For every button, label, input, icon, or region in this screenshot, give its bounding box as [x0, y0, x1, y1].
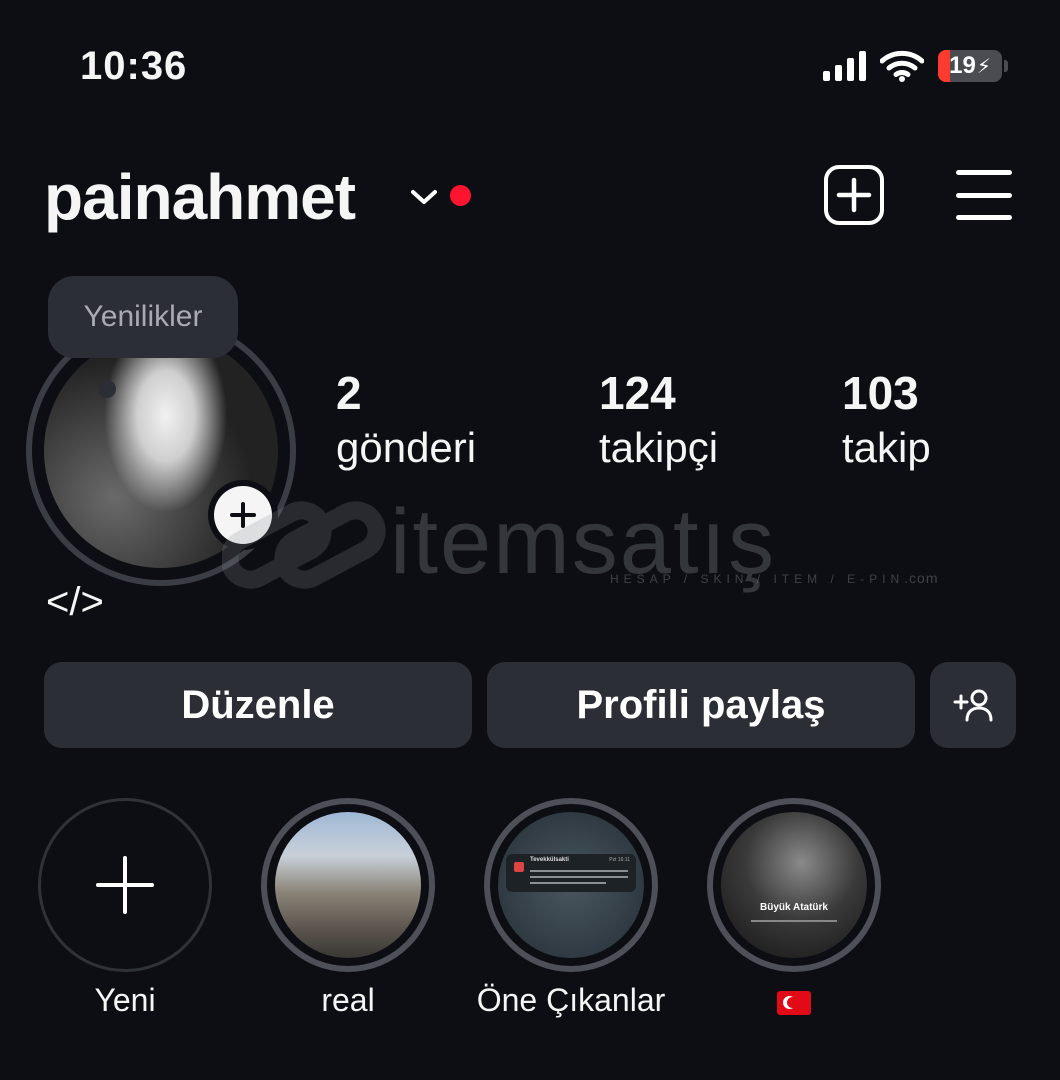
highlight-label: real — [321, 982, 375, 1018]
cellular-signal-icon — [823, 51, 866, 81]
highlight-label: Yeni — [94, 982, 156, 1018]
stat-followers[interactable]: 124 takipçi — [599, 366, 718, 476]
watermark-subtext-suffix: .com — [904, 570, 939, 586]
stat-following-label: takip — [842, 424, 931, 471]
notification-dot — [450, 185, 471, 206]
chevron-down-icon[interactable] — [410, 188, 438, 206]
tooltip-tail — [98, 380, 116, 398]
stat-following-value: 103 — [842, 367, 919, 419]
stat-followers-value: 124 — [599, 367, 676, 419]
plus-icon — [836, 177, 872, 213]
notes-tooltip[interactable]: Yenilikler — [48, 276, 238, 358]
highlight-flag[interactable]: Büyük Atatürk — [707, 798, 881, 972]
notification-time: Pzt 16:11 — [609, 857, 630, 863]
status-time: 10:36 — [80, 44, 188, 88]
menu-line — [956, 215, 1012, 220]
notification-line — [530, 870, 628, 872]
notification-line — [530, 876, 628, 878]
menu-line — [956, 192, 1012, 198]
notification-preview: Tevekkülsakti Pzt 16:11 — [506, 854, 636, 892]
battery-tip — [1004, 60, 1008, 72]
status-icons: 19 ⚡ — [823, 50, 1008, 82]
watermark-subtext: HESAP / SKIN / ITEM / E-PIN.com — [610, 570, 939, 586]
notification-line — [530, 882, 606, 884]
wifi-icon — [880, 50, 924, 82]
discover-people-button[interactable] — [930, 662, 1016, 748]
highlight-flag-image: Büyük Atatürk — [721, 812, 867, 958]
app-icon — [514, 862, 524, 872]
create-post-button[interactable] — [824, 165, 884, 225]
charging-bolt-icon: ⚡ — [976, 55, 991, 78]
stat-followers-label: takipçi — [599, 424, 719, 471]
turkey-flag-icon — [777, 990, 811, 1015]
battery-level-text: 19 — [949, 52, 976, 79]
share-profile-button[interactable]: Profili paylaş — [487, 662, 915, 748]
stat-posts-value: 2 — [336, 367, 362, 419]
watermark-subtext-main: HESAP / SKIN / ITEM / E-PIN — [610, 572, 905, 586]
menu-button[interactable] — [956, 170, 1012, 220]
stat-posts-label: gönderi — [336, 424, 477, 471]
highlight-featured[interactable]: Tevekkülsakti Pzt 16:11 — [484, 798, 658, 972]
highlight-featured-image: Tevekkülsakti Pzt 16:11 — [498, 812, 644, 958]
menu-line — [956, 170, 1012, 175]
caption-line — [751, 920, 837, 922]
add-person-icon — [953, 689, 993, 722]
stat-following[interactable]: 103 takip — [842, 366, 931, 476]
notification-title: Tevekkülsakti — [530, 857, 569, 863]
highlight-label-flag — [684, 982, 904, 1019]
highlight-caption: Büyük Atatürk — [760, 902, 828, 913]
new-highlight-button[interactable] — [38, 798, 212, 972]
profile-bio: </> — [46, 580, 104, 624]
plus-icon — [96, 856, 154, 914]
highlight-real-image — [275, 812, 421, 958]
highlight-label: Öne Çıkanlar — [476, 982, 666, 1018]
edit-profile-button[interactable]: Düzenle — [44, 662, 472, 748]
highlight-real[interactable] — [261, 798, 435, 972]
account-username[interactable]: painahmet — [44, 160, 356, 234]
battery-icon: 19 ⚡ — [938, 50, 1002, 82]
stat-posts[interactable]: 2 gönderi — [336, 366, 476, 476]
